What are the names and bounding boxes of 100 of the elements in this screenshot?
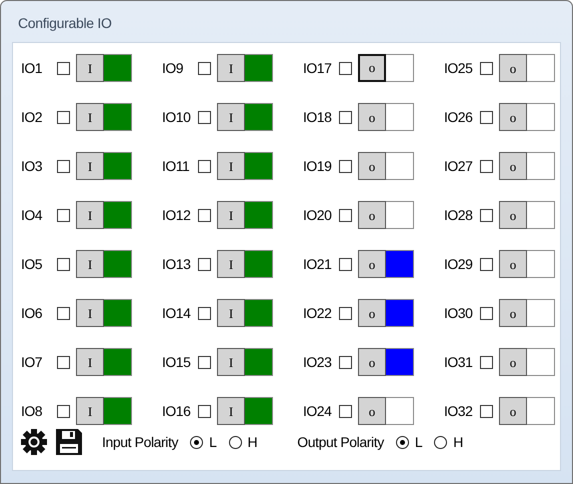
direction-button[interactable]: I [217, 54, 245, 82]
checkbox[interactable] [339, 404, 352, 418]
direction-button[interactable]: I [217, 201, 245, 229]
checkbox[interactable] [57, 356, 70, 368]
direction-button[interactable]: o [499, 348, 527, 376]
io-label: IO21 [303, 256, 332, 272]
radio-button[interactable] [228, 436, 242, 448]
direction-button[interactable]: o [499, 299, 527, 327]
io-label: IO30 [444, 305, 474, 321]
checkbox[interactable] [480, 110, 493, 124]
io-label: IO31 [444, 354, 474, 370]
checkbox[interactable] [480, 62, 493, 74]
direction-button[interactable]: o [499, 397, 527, 425]
checkbox[interactable] [339, 258, 352, 270]
checkbox[interactable] [480, 160, 493, 172]
direction-button[interactable]: o [499, 54, 527, 82]
direction-button[interactable]: I [217, 299, 245, 327]
checkbox[interactable] [339, 110, 352, 124]
checkbox[interactable] [339, 62, 352, 74]
direction-button[interactable]: o [499, 201, 527, 229]
checkbox[interactable] [198, 306, 211, 320]
direction-button[interactable]: o [358, 54, 386, 82]
settings-icon[interactable] [20, 428, 48, 456]
checkbox[interactable] [57, 404, 70, 418]
radio-label[interactable]: L [209, 434, 217, 450]
io-label: IO20 [303, 207, 332, 223]
direction-button[interactable]: I [76, 397, 104, 425]
direction-button[interactable]: o [358, 103, 386, 131]
checkbox[interactable] [57, 258, 70, 270]
direction-button[interactable]: I [76, 250, 104, 278]
io-label: IO2 [21, 109, 44, 125]
io-label: IO24 [303, 403, 332, 419]
direction-button[interactable]: I [217, 103, 245, 131]
checkbox[interactable] [339, 208, 352, 222]
io-label: IO5 [21, 256, 44, 272]
direction-button[interactable]: I [76, 152, 104, 180]
io-label: IO14 [162, 305, 192, 321]
radio-label[interactable]: H [248, 434, 258, 450]
direction-button[interactable]: I [217, 152, 245, 180]
checkbox[interactable] [57, 160, 70, 172]
io-label: IO3 [21, 158, 44, 174]
direction-button[interactable]: o [358, 250, 386, 278]
io-label: IO15 [162, 354, 192, 370]
direction-button[interactable]: I [76, 348, 104, 376]
checkbox[interactable] [198, 258, 211, 270]
checkbox[interactable] [57, 306, 70, 320]
io-label: IO32 [444, 403, 474, 419]
io-label: IO9 [162, 60, 184, 76]
io-label: IO4 [21, 207, 44, 223]
checkbox[interactable] [480, 258, 493, 270]
checkbox[interactable] [198, 404, 211, 418]
direction-button[interactable]: o [499, 152, 527, 180]
direction-button[interactable]: I [76, 103, 104, 131]
direction-button[interactable]: o [358, 152, 386, 180]
checkbox[interactable] [339, 160, 352, 172]
radio-label[interactable]: L [414, 434, 422, 450]
checkbox[interactable] [339, 306, 352, 320]
io-label: IO10 [162, 109, 192, 125]
io-label: IO7 [21, 354, 44, 370]
checkbox[interactable] [198, 208, 211, 222]
radio-button[interactable] [434, 436, 448, 448]
direction-button[interactable]: I [76, 201, 104, 229]
polarity-label: Output Polarity [297, 434, 384, 450]
io-label: IO29 [444, 256, 474, 272]
direction-button[interactable]: o [358, 397, 386, 425]
checkbox[interactable] [480, 208, 493, 222]
direction-button[interactable]: o [499, 103, 527, 131]
checkbox[interactable] [57, 62, 70, 74]
io-label: IO1 [21, 60, 44, 76]
io-label: IO18 [303, 109, 332, 125]
polarity-label: Input Polarity [102, 434, 178, 450]
direction-button[interactable]: o [499, 250, 527, 278]
checkbox[interactable] [339, 356, 352, 368]
radio-button[interactable] [190, 436, 204, 448]
checkbox[interactable] [198, 160, 211, 172]
checkbox[interactable] [57, 110, 70, 124]
radio-label[interactable]: H [453, 434, 463, 450]
checkbox[interactable] [198, 62, 211, 74]
save-icon[interactable] [54, 427, 84, 457]
direction-button[interactable]: I [76, 54, 104, 82]
direction-button[interactable]: I [217, 348, 245, 376]
direction-button[interactable]: I [217, 250, 245, 278]
direction-button[interactable]: o [358, 201, 386, 229]
checkbox[interactable] [198, 110, 211, 124]
checkbox[interactable] [480, 356, 493, 368]
direction-button[interactable]: I [76, 299, 104, 327]
direction-button[interactable]: o [358, 299, 386, 327]
io-label: IO13 [162, 256, 192, 272]
direction-button[interactable]: I [217, 397, 245, 425]
radio-button[interactable] [396, 436, 409, 448]
io-label: IO23 [303, 354, 332, 370]
io-label: IO27 [444, 158, 474, 174]
io-label: IO22 [303, 305, 332, 321]
checkbox[interactable] [480, 404, 493, 418]
io-label: IO28 [444, 207, 474, 223]
checkbox[interactable] [480, 306, 493, 320]
io-label: IO12 [162, 207, 192, 223]
direction-button[interactable]: o [358, 348, 386, 376]
checkbox[interactable] [198, 356, 211, 368]
checkbox[interactable] [57, 208, 70, 222]
